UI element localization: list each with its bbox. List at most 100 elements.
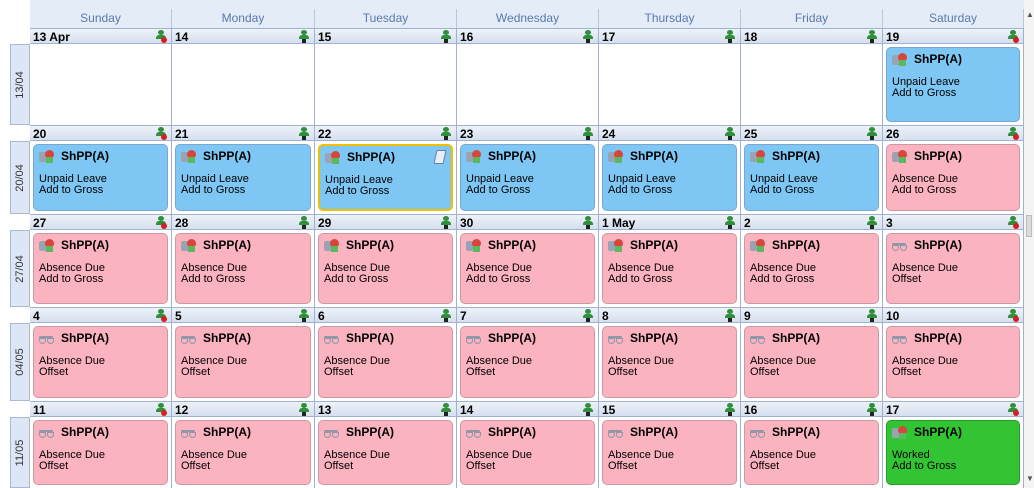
- day-cell-body[interactable]: ShPP(A) Absence Due Offset: [457, 323, 598, 401]
- day-cell[interactable]: 14 ShPP(A) Absence Due Offset: [457, 401, 599, 488]
- absence-entry[interactable]: ShPP(A) Absence Due Offset: [744, 420, 879, 485]
- day-date-strip[interactable]: 25: [741, 125, 882, 141]
- working-day-person-icon[interactable]: [866, 216, 878, 229]
- absence-entry[interactable]: ShPP(A) Absence Due Offset: [175, 326, 311, 398]
- rest-day-person-icon[interactable]: [1007, 309, 1019, 322]
- day-cell-body[interactable]: ShPP(A) Absence Due Offset: [741, 323, 882, 401]
- day-cell-body[interactable]: [172, 44, 314, 125]
- day-cell[interactable]: 16: [457, 28, 599, 125]
- absence-entry[interactable]: ShPP(A) Absence Due Add to Gross: [318, 233, 453, 304]
- day-date-strip[interactable]: 20: [30, 125, 171, 141]
- day-date-strip[interactable]: 8: [599, 307, 740, 323]
- day-cell-body[interactable]: ShPP(A) Absence Due Add to Gross: [315, 230, 456, 307]
- absence-entry[interactable]: ShPP(A) Unpaid Leave Add to Gross: [602, 144, 737, 211]
- day-date-strip[interactable]: 12: [172, 401, 314, 417]
- working-day-person-icon[interactable]: [582, 309, 594, 322]
- day-date-strip[interactable]: 29: [315, 214, 456, 230]
- day-date-strip[interactable]: 9: [741, 307, 882, 323]
- day-cell[interactable]: 25 ShPP(A) Unpaid Leave Add to Gross: [741, 125, 883, 214]
- day-date-strip[interactable]: 5: [172, 307, 314, 323]
- day-cell[interactable]: 30 ShPP(A) Absence Due Add to Gross: [457, 214, 599, 307]
- day-cell[interactable]: 26 ShPP(A) Absence Due Add to Gross: [883, 125, 1024, 214]
- day-cell-body[interactable]: [315, 44, 456, 125]
- absence-entry[interactable]: ShPP(A) Absence Due Offset: [602, 326, 737, 398]
- working-day-person-icon[interactable]: [440, 309, 452, 322]
- day-date-strip[interactable]: 14: [457, 401, 598, 417]
- day-cell-body[interactable]: ShPP(A) Unpaid Leave Add to Gross: [599, 141, 740, 214]
- day-cell[interactable]: 28 ShPP(A) Absence Due Add to Gross: [172, 214, 315, 307]
- day-cell[interactable]: 6 ShPP(A) Absence Due Offset: [315, 307, 457, 401]
- day-date-strip[interactable]: 11: [30, 401, 171, 417]
- week-label[interactable]: 11/05: [10, 417, 30, 488]
- absence-entry[interactable]: ShPP(A) Absence Due Offset: [602, 420, 737, 485]
- day-cell[interactable]: 22 ShPP(A) Unpaid Leave Add to Gross: [315, 125, 457, 214]
- working-day-person-icon[interactable]: [724, 403, 736, 416]
- day-cell[interactable]: 17 ShPP(A) Worked Add to Gross: [883, 401, 1024, 488]
- absence-entry[interactable]: ShPP(A) Unpaid Leave Add to Gross: [744, 144, 879, 211]
- day-cell[interactable]: 13 ShPP(A) Absence Due Offset: [315, 401, 457, 488]
- working-day-person-icon[interactable]: [298, 309, 310, 322]
- day-date-strip[interactable]: 22: [315, 125, 456, 141]
- day-cell[interactable]: 13 Apr: [30, 28, 172, 125]
- working-day-person-icon[interactable]: [298, 127, 310, 140]
- day-cell[interactable]: 10 ShPP(A) Absence Due Offset: [883, 307, 1024, 401]
- day-cell-body[interactable]: ShPP(A) Unpaid Leave Add to Gross: [883, 44, 1023, 125]
- day-cell-body[interactable]: [30, 44, 171, 125]
- day-date-strip[interactable]: 19: [883, 28, 1023, 44]
- day-cell-body[interactable]: ShPP(A) Unpaid Leave Add to Gross: [172, 141, 314, 214]
- day-cell-body[interactable]: [457, 44, 598, 125]
- day-cell-body[interactable]: ShPP(A) Absence Due Add to Gross: [741, 230, 882, 307]
- rest-day-person-icon[interactable]: [1007, 403, 1019, 416]
- day-cell[interactable]: 14: [172, 28, 315, 125]
- absence-entry[interactable]: ShPP(A) Absence Due Offset: [175, 420, 311, 485]
- scroll-thumb[interactable]: [1026, 215, 1032, 237]
- day-date-strip[interactable]: 13 Apr: [30, 28, 171, 44]
- working-day-person-icon[interactable]: [724, 30, 736, 43]
- day-date-strip[interactable]: 26: [883, 125, 1023, 141]
- day-cell-body[interactable]: ShPP(A) Absence Due Add to Gross: [599, 230, 740, 307]
- day-date-strip[interactable]: 4: [30, 307, 171, 323]
- absence-entry[interactable]: ShPP(A) Absence Due Add to Gross: [33, 233, 168, 304]
- day-cell[interactable]: 18: [741, 28, 883, 125]
- day-cell-body[interactable]: ShPP(A) Absence Due Offset: [30, 417, 171, 488]
- rest-day-person-icon[interactable]: [155, 216, 167, 229]
- working-day-person-icon[interactable]: [440, 30, 452, 43]
- day-cell-body[interactable]: ShPP(A) Unpaid Leave Add to Gross: [741, 141, 882, 214]
- working-day-person-icon[interactable]: [724, 127, 736, 140]
- working-day-person-icon[interactable]: [298, 30, 310, 43]
- day-date-strip[interactable]: 28: [172, 214, 314, 230]
- day-cell[interactable]: 27 ShPP(A) Absence Due Add to Gross: [30, 214, 172, 307]
- day-cell-body[interactable]: ShPP(A) Absence Due Offset: [172, 323, 314, 401]
- day-cell-body[interactable]: ShPP(A) Absence Due Offset: [599, 417, 740, 488]
- absence-entry[interactable]: ShPP(A) Unpaid Leave Add to Gross: [175, 144, 311, 211]
- day-cell[interactable]: 9 ShPP(A) Absence Due Offset: [741, 307, 883, 401]
- day-cell[interactable]: 21 ShPP(A) Unpaid Leave Add to Gross: [172, 125, 315, 214]
- day-cell-body[interactable]: ShPP(A) Absence Due Offset: [883, 230, 1023, 307]
- absence-entry[interactable]: ShPP(A) Absence Due Offset: [886, 233, 1020, 304]
- day-cell-body[interactable]: ShPP(A) Unpaid Leave Add to Gross: [457, 141, 598, 214]
- rest-day-person-icon[interactable]: [1007, 216, 1019, 229]
- day-cell[interactable]: 24 ShPP(A) Unpaid Leave Add to Gross: [599, 125, 741, 214]
- day-date-strip[interactable]: 14: [172, 28, 314, 44]
- week-label[interactable]: 27/04: [10, 230, 30, 307]
- working-day-person-icon[interactable]: [440, 216, 452, 229]
- day-date-strip[interactable]: 3: [883, 214, 1023, 230]
- absence-entry[interactable]: ShPP(A) Absence Due Offset: [318, 420, 453, 485]
- day-cell[interactable]: 12 ShPP(A) Absence Due Offset: [172, 401, 315, 488]
- day-date-strip[interactable]: 17: [883, 401, 1023, 417]
- day-date-strip[interactable]: 23: [457, 125, 598, 141]
- absence-entry[interactable]: ShPP(A) Absence Due Add to Gross: [602, 233, 737, 304]
- day-date-strip[interactable]: 30: [457, 214, 598, 230]
- absence-entry[interactable]: ShPP(A) Absence Due Offset: [460, 420, 595, 485]
- absence-entry[interactable]: ShPP(A) Unpaid Leave Add to Gross: [33, 144, 168, 211]
- note-icon[interactable]: [433, 150, 447, 164]
- rest-day-person-icon[interactable]: [1007, 127, 1019, 140]
- working-day-person-icon[interactable]: [582, 127, 594, 140]
- day-cell-body[interactable]: ShPP(A) Unpaid Leave Add to Gross: [315, 141, 456, 214]
- day-date-strip[interactable]: 16: [457, 28, 598, 44]
- absence-entry[interactable]: ShPP(A) Worked Add to Gross: [886, 420, 1020, 485]
- day-cell-body[interactable]: ShPP(A) Absence Due Offset: [599, 323, 740, 401]
- scroll-down-arrow-icon[interactable]: ▼: [1026, 474, 1034, 483]
- day-cell[interactable]: 29 ShPP(A) Absence Due Add to Gross: [315, 214, 457, 307]
- day-cell-body[interactable]: [741, 44, 882, 125]
